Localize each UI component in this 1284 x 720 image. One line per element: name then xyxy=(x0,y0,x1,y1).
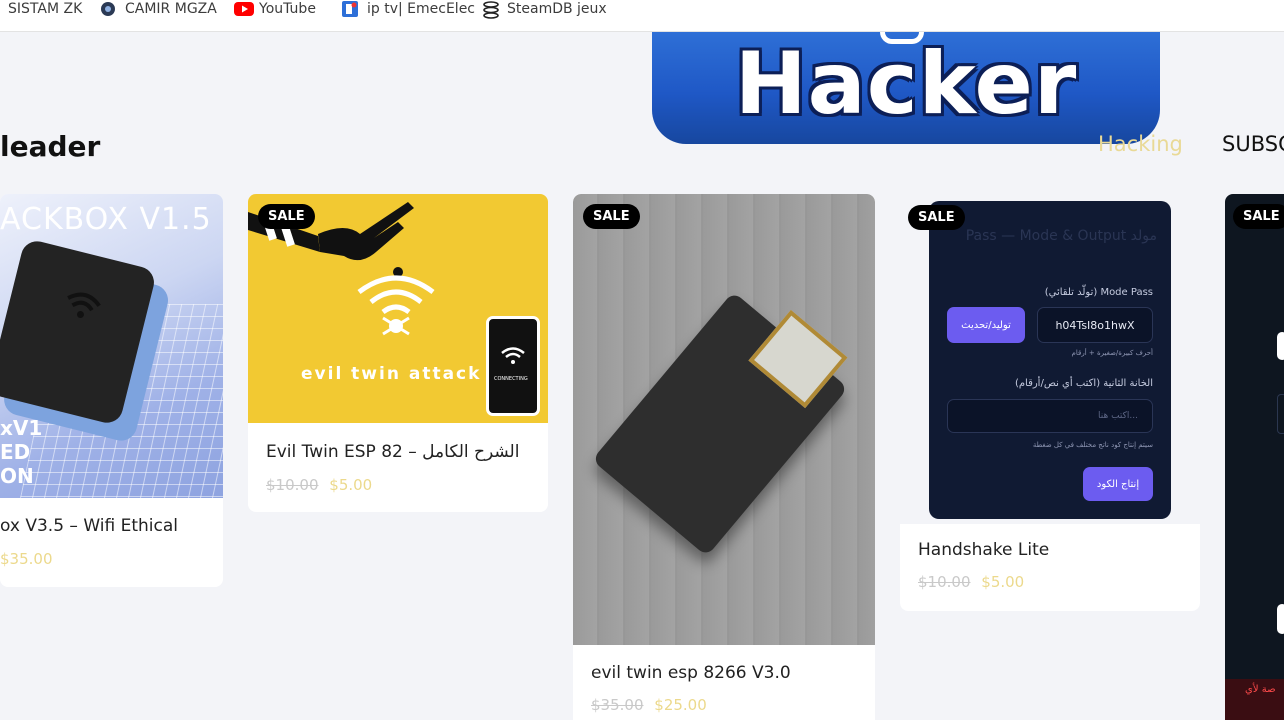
product-card-evil-twin-esp82[interactable]: evil twin attack CONNECTING SALE Evil Tw… xyxy=(248,194,548,512)
bookmark-label: YouTube xyxy=(259,1,316,17)
bookmark-label: SISTAM ZK xyxy=(8,1,83,17)
second-field-label: الخانة الثانية (اكتب أي نص/أرقام) xyxy=(1014,378,1153,389)
product-price: $10.00 $5.00 xyxy=(266,476,372,494)
produce-code-button[interactable]: إنتاج الكود xyxy=(1083,467,1153,501)
site-favicon-icon xyxy=(342,1,360,17)
product-title[interactable]: evil twin esp 8266 V3.0 xyxy=(591,663,791,683)
wifi-icon xyxy=(67,292,101,319)
wifi-skull-icon xyxy=(357,275,435,336)
bookmark-label: ip tv| EmecElec xyxy=(367,1,476,17)
product-card-wifi-ethical[interactable]: ACKBOX V1.5 xV1 ED ON ox V3.5 – Wifi Eth… xyxy=(0,194,223,587)
generator-note: سيتم إنتاج كود ناتج مختلف في كل ضغطة xyxy=(1032,441,1153,449)
generated-value-field[interactable]: h04TsI8o1hwX xyxy=(1037,307,1153,343)
bookmarks-bar: SISTAM ZK CAMIR MGZA YouTube ip tv| Emec… xyxy=(0,0,1284,32)
product-price: $35.00 $25.00 xyxy=(591,696,707,714)
product-price: $10.00 $5.00 xyxy=(918,573,1024,591)
text-input[interactable]: اكتب هنا... xyxy=(947,399,1153,433)
product-image[interactable]: ACKBOX V1.5 xV1 ED ON xyxy=(0,194,223,498)
image-widget xyxy=(1277,332,1284,360)
sale-price: $35.00 xyxy=(0,550,53,568)
product-title[interactable]: Handshake Lite xyxy=(918,540,1049,560)
image-widget xyxy=(1277,604,1284,634)
nav-subscribe-link[interactable]: SUBSC xyxy=(1222,132,1284,156)
wifi-icon xyxy=(501,347,525,364)
mode-pass-label: Mode Pass (تولّد تلقائي) xyxy=(1044,287,1153,298)
sale-price: $5.00 xyxy=(981,573,1025,591)
bookmark-label: SteamDB jeux xyxy=(507,1,607,17)
sale-badge: SALE xyxy=(1233,204,1284,229)
product-price: $35.00 xyxy=(0,550,53,568)
regular-price: $10.00 xyxy=(266,476,319,494)
sale-badge: SALE xyxy=(583,204,640,229)
product-card-partial[interactable]: صة لأي SALE xyxy=(1225,194,1284,720)
product-image[interactable]: صة لأي xyxy=(1225,194,1284,720)
steamdb-icon xyxy=(482,1,500,19)
bookmark-label: CAMIR MGZA xyxy=(125,1,217,17)
product-title[interactable]: Evil Twin ESP 82 – الشرح الكامل xyxy=(266,442,519,462)
sale-price: $25.00 xyxy=(654,696,707,714)
generator-title: مولد Pass — Mode & Output xyxy=(965,228,1157,244)
image-widget xyxy=(1277,394,1284,434)
image-title: ACKBOX V1.5 xyxy=(0,202,212,237)
product-image[interactable] xyxy=(573,194,875,645)
page-heading: leader xyxy=(0,130,101,163)
bookmark-sistam-zk[interactable]: SISTAM ZK xyxy=(8,0,82,18)
sale-badge: SALE xyxy=(908,205,965,230)
image-text: صة لأي xyxy=(1245,684,1276,695)
nav-hacking-link[interactable]: Hacking xyxy=(1098,132,1183,156)
regular-price: $35.00 xyxy=(591,696,644,714)
hacker-banner: Hacker xyxy=(652,32,1160,144)
banner-text: Hacker xyxy=(734,34,1078,134)
sale-badge: SALE xyxy=(258,204,315,229)
generate-button[interactable]: توليد/تحديث xyxy=(947,307,1025,343)
generator-preview[interactable]: مولد Pass — Mode & Output Mode Pass (تول… xyxy=(929,201,1171,519)
youtube-icon xyxy=(234,1,254,17)
banner-logo-fragment xyxy=(880,32,924,44)
product-title[interactable]: ox V3.5 – Wifi Ethical xyxy=(0,516,178,536)
bookmark-youtube[interactable]: YouTube xyxy=(234,0,316,18)
product-card-handshake-lite[interactable]: مولد Pass — Mode & Output Mode Pass (تول… xyxy=(900,201,1200,611)
phone-illustration xyxy=(486,316,540,416)
product-info xyxy=(900,524,1200,611)
bookmark-camir-mgza[interactable]: CAMIR MGZA xyxy=(100,0,217,18)
sale-price: $5.00 xyxy=(329,476,373,494)
image-title: evil twin attack xyxy=(301,364,482,384)
product-card-evil-twin-esp8266[interactable]: SALE evil twin esp 8266 V3.0 $35.00 $25.… xyxy=(573,194,875,720)
bookmark-ip-tv[interactable]: ip tv| EmecElec xyxy=(342,0,475,18)
regular-price: $10.00 xyxy=(918,573,971,591)
bookmark-steamdb[interactable]: SteamDB jeux xyxy=(482,0,607,19)
generator-note: أحرف كبيرة/صغيرة + أرقام xyxy=(1071,349,1153,357)
phone-caption: CONNECTING xyxy=(494,376,528,382)
camera-icon xyxy=(100,1,118,17)
image-side-text: xV1 ED ON xyxy=(0,416,43,488)
